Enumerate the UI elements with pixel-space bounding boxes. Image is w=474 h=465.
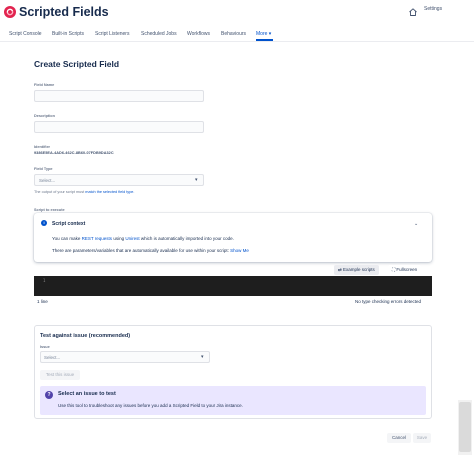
description-label: Description <box>34 114 55 118</box>
page-title: Create Scripted Field <box>34 59 120 69</box>
fullscreen-label: Fullscreen <box>396 267 418 272</box>
app-logo-icon <box>4 6 16 18</box>
script-context-title[interactable]: Script context <box>52 221 85 227</box>
banner-title: Select an issue to test <box>58 391 116 397</box>
script-label: Script to execute <box>34 208 65 212</box>
ctx-line1-prefix: You can make <box>52 236 81 241</box>
nav-script-listeners[interactable]: Script Listeners <box>95 31 129 37</box>
nav-divider <box>0 41 474 42</box>
fullscreen-icon: ⛶ <box>392 267 396 272</box>
type-check-status: No type checking errors detected <box>355 299 422 304</box>
ctx-line2-prefix: There are parameters/variables that are … <box>52 248 229 253</box>
nav-behaviours[interactable]: Behaviours <box>221 31 246 37</box>
save-button[interactable]: Save <box>413 433 431 443</box>
rest-requests-link[interactable]: REST requests <box>82 236 112 241</box>
editor-line-count: 1 line <box>37 299 48 304</box>
show-me-link[interactable]: Show Me <box>230 248 249 253</box>
fullscreen-button[interactable]: ⛶ Fullscreen <box>388 265 422 275</box>
nav-workflows[interactable]: Workflows <box>187 31 210 37</box>
info-icon: i <box>41 220 47 226</box>
description-input[interactable] <box>34 121 204 133</box>
code-editor[interactable] <box>34 276 432 296</box>
ctx-line1-suffix: which is automatically imported into you… <box>140 236 234 241</box>
identifier-label: Identifier <box>34 145 51 149</box>
nav-more-label: More <box>256 31 268 37</box>
issue-select[interactable]: Select... ▾ <box>40 351 210 363</box>
home-icon[interactable] <box>408 4 418 16</box>
field-type-label: Field Type <box>34 167 53 171</box>
nav-scheduled-jobs[interactable]: Scheduled Jobs <box>141 31 177 37</box>
example-scripts-label: Example scripts <box>343 267 375 272</box>
nav-built-in-scripts[interactable]: Built-in Scripts <box>52 31 84 37</box>
field-type-helper-link[interactable]: match the selected field type. <box>85 190 134 194</box>
unirest-link[interactable]: Unirest <box>125 236 139 241</box>
settings-button[interactable]: Settings <box>424 6 442 12</box>
field-name-input[interactable] <box>34 90 204 102</box>
ctx-line1-mid: using <box>113 236 125 241</box>
nav-more[interactable]: More ▾ <box>256 31 271 37</box>
field-type-placeholder: Select... <box>39 178 56 183</box>
chevron-down-icon[interactable]: ⌄ <box>414 221 418 227</box>
code-icon: ⇄ <box>338 267 342 272</box>
chevron-down-icon: ▾ <box>267 31 272 37</box>
field-type-helper: The output of your script must match the… <box>34 190 134 194</box>
script-context-line-2: There are parameters/variables that are … <box>52 248 249 253</box>
editor-line-number: 1 <box>43 278 46 283</box>
question-icon: ? <box>45 391 53 399</box>
field-type-select[interactable]: Select... ▾ <box>34 174 204 186</box>
nav-script-console[interactable]: Script Console <box>9 31 42 37</box>
chevron-down-icon: ▾ <box>195 177 198 183</box>
issue-label: Issue <box>40 345 50 349</box>
app-title: Scripted Fields <box>19 5 109 19</box>
test-issue-button[interactable]: Test this issue <box>40 370 80 380</box>
issue-placeholder: Select... <box>44 355 61 360</box>
field-type-helper-text: The output of your script must <box>34 190 85 194</box>
script-context-line-1: You can make REST requests using Unirest… <box>52 236 234 241</box>
test-title: Test against issue (recommended) <box>40 333 131 339</box>
banner-text: Use this tool to troubleshoot any issues… <box>58 403 243 408</box>
field-name-label: Field Name <box>34 83 55 87</box>
scrollbar-thumb[interactable] <box>459 402 471 452</box>
example-scripts-button[interactable]: ⇄ Example scripts <box>334 265 379 275</box>
identifier-value: 9386E5EA-4AD6-462C-8B60-07FDB9DA32C <box>34 151 114 155</box>
chevron-down-icon: ▾ <box>201 354 204 360</box>
cancel-button[interactable]: Cancel <box>387 433 411 443</box>
